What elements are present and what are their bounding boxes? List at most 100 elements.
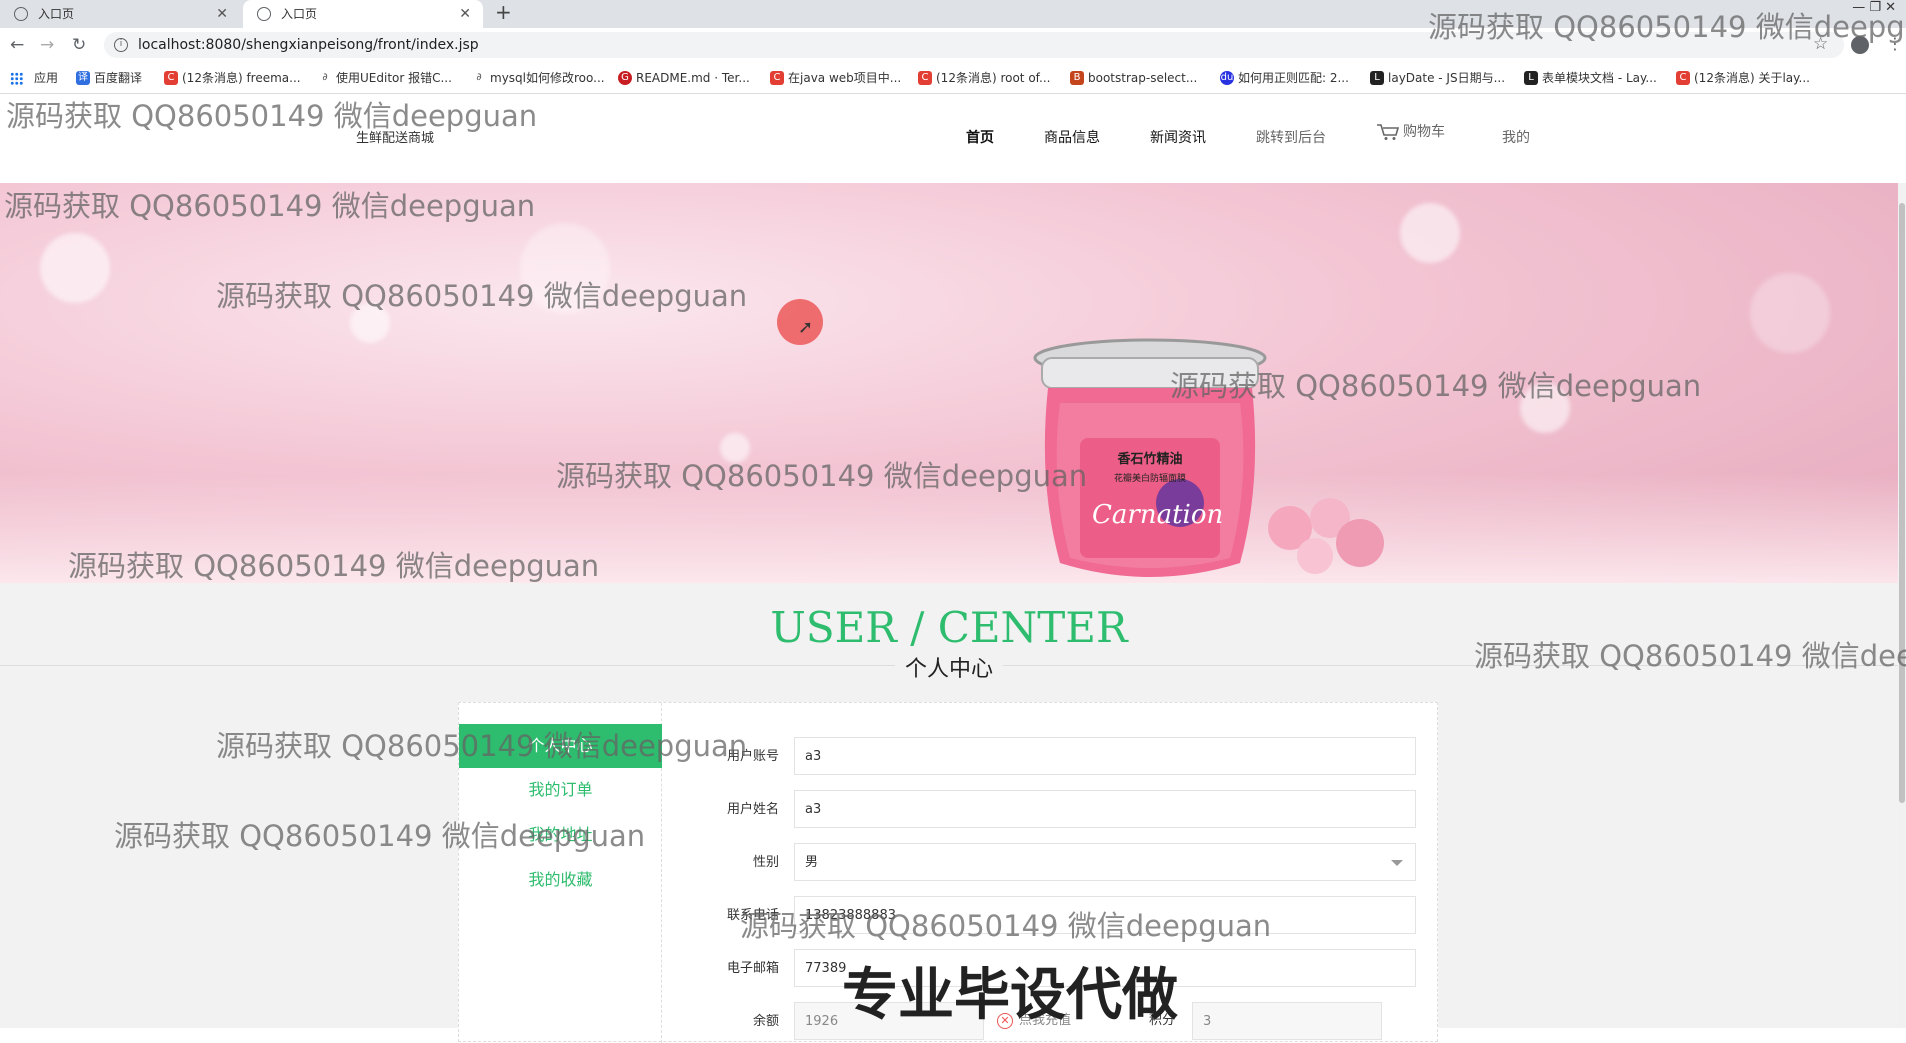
form-row-balance: 余额: [679, 1002, 779, 1042]
globe-icon: [257, 7, 271, 21]
bokeh-light: [1400, 203, 1460, 263]
bookmark-label: layDate - JS日期与...: [1388, 71, 1506, 85]
balance-label: 余额: [752, 1014, 779, 1029]
nav-home[interactable]: 首页: [966, 127, 994, 147]
layui-icon: L: [1370, 71, 1384, 85]
nav-products[interactable]: 商品信息: [1044, 127, 1100, 147]
bookmark-item[interactable]: du 如何用正则匹配: 2...: [1220, 62, 1349, 93]
address-bar-row: ← → ↻ i localhost:8080/shengxianpeisong/…: [0, 28, 1906, 62]
bookmark-item[interactable]: ∂ 使用UEditor 报错C...: [318, 62, 452, 93]
chevron-down-icon: [1391, 860, 1403, 866]
bookmark-label: 在java web项目中...: [788, 71, 902, 85]
bokeh-light: [1750, 273, 1830, 353]
bokeh-light: [520, 223, 610, 313]
nav-mine[interactable]: 我的: [1502, 127, 1530, 147]
site-logo[interactable]: 生鲜配送商城: [356, 127, 434, 146]
tab-title: 入口页: [38, 7, 75, 21]
url-text[interactable]: localhost:8080/shengxianpeisong/front/in…: [138, 28, 479, 62]
close-tab-icon[interactable]: ✕: [216, 0, 228, 28]
page-scrollbar[interactable]: [1898, 183, 1906, 1028]
bookmark-item[interactable]: C (12条消息) root of...: [918, 62, 1050, 93]
forward-arrow-icon[interactable]: →: [40, 35, 54, 55]
tab-bar: 入口页 ✕ 入口页 ✕ + — ❐ ✕: [0, 0, 1906, 28]
email-label: 电子邮箱: [726, 961, 779, 976]
browser-tab-1[interactable]: 入口页 ✕: [0, 0, 240, 28]
bookmark-label: bootstrap-select...: [1088, 71, 1198, 85]
cart-icon: [1377, 124, 1400, 140]
bookmark-item[interactable]: C (12条消息) freema...: [164, 62, 301, 93]
bookmark-label: 应用: [34, 71, 59, 85]
phone-field[interactable]: 13823888883: [794, 896, 1416, 934]
bookmark-item[interactable]: C (12条消息) 关于lay...: [1676, 62, 1810, 93]
jar-brand: Carnation: [1092, 500, 1223, 530]
close-tab-icon[interactable]: ✕: [459, 0, 471, 28]
gender-value: 男: [805, 855, 819, 870]
browser-chrome: 入口页 ✕ 入口页 ✕ + — ❐ ✕ ← → ↻ i localhost:80…: [0, 0, 1906, 97]
scrollbar-thumb[interactable]: [1899, 203, 1905, 803]
sidebar-item-address[interactable]: 我的地址: [459, 813, 662, 857]
form-row-name: 用户姓名: [679, 790, 779, 830]
section-subtitle: 个人中心: [0, 651, 1898, 683]
bookmark-item[interactable]: L 表单模块文档 - Lay...: [1524, 62, 1657, 93]
gender-select[interactable]: 男: [794, 843, 1416, 881]
bookmark-item[interactable]: ∂ mysql如何修改roo...: [472, 62, 605, 93]
baidu-icon: du: [1220, 71, 1234, 85]
nav-news[interactable]: 新闻资讯: [1150, 127, 1206, 147]
nav-cart-label: 购物车: [1403, 124, 1445, 140]
bookmark-label: README.md · Ter...: [636, 71, 750, 85]
bookmark-item[interactable]: G README.md · Ter...: [618, 62, 750, 93]
back-arrow-icon[interactable]: ←: [10, 35, 24, 55]
user-sidebar: 个人中心 我的订单 我的地址 我的收藏: [459, 703, 662, 1043]
nav-backend[interactable]: 跳转到后台: [1256, 127, 1326, 147]
bokeh-light: [720, 433, 750, 463]
name-label: 用户姓名: [726, 802, 779, 817]
bookmark-item[interactable]: L layDate - JS日期与...: [1370, 62, 1506, 93]
link-icon: ∂: [322, 72, 328, 83]
bookmark-item[interactable]: 译 百度翻译: [76, 62, 143, 93]
hero-banner[interactable]: 香石竹精油 花瓣美白防辐面膜 Carnation ➚: [0, 183, 1898, 583]
site-info-icon[interactable]: i: [114, 38, 128, 52]
nav-cart[interactable]: 购物车: [1376, 121, 1445, 141]
bookmark-star-icon[interactable]: ☆: [1813, 34, 1828, 54]
product-jar-image: 香石竹精油 花瓣美白防辐面膜 Carnation: [1033, 338, 1267, 577]
name-field[interactable]: a3: [794, 790, 1416, 828]
gitee-icon: G: [618, 71, 632, 85]
baidu-translate-icon: 译: [76, 71, 90, 85]
sidebar-item-orders[interactable]: 我的订单: [459, 768, 662, 812]
bookmark-label: 表单模块文档 - Lay...: [1542, 71, 1657, 85]
account-field[interactable]: a3: [794, 737, 1416, 775]
browser-tab-2[interactable]: 入口页 ✕: [243, 0, 483, 28]
site-header: 生鲜配送商城 首页 商品信息 新闻资讯 跳转到后台 购物车 我的: [0, 97, 1906, 183]
window-controls[interactable]: — ❐ ✕: [1852, 0, 1896, 16]
bookmark-label: 百度翻译: [94, 71, 143, 85]
form-row-email: 电子邮箱: [679, 949, 779, 989]
subtitle-text: 个人中心: [894, 657, 1003, 682]
banner-floor: [0, 473, 1898, 583]
csdn-icon: C: [770, 71, 784, 85]
sidebar-item-profile[interactable]: 个人中心: [459, 724, 662, 768]
bookmark-apps[interactable]: 应用: [10, 62, 59, 93]
csdn-icon: C: [918, 71, 932, 85]
bookmark-label: (12条消息) 关于lay...: [1694, 71, 1810, 85]
reload-icon[interactable]: ↻: [72, 35, 86, 55]
link-icon: ∂: [476, 72, 482, 83]
browser-menu-icon[interactable]: ⋮: [1887, 34, 1903, 53]
account-label: 用户账号: [726, 749, 779, 764]
mouse-pointer-icon: ➚: [798, 317, 814, 338]
sidebar-item-favorites[interactable]: 我的收藏: [459, 858, 662, 902]
csdn-icon: C: [1676, 71, 1690, 85]
profile-icon[interactable]: [1851, 36, 1869, 54]
bokeh-light: [40, 233, 110, 303]
csdn-icon: C: [164, 71, 178, 85]
new-tab-button[interactable]: +: [495, 0, 512, 24]
bookmark-item[interactable]: C 在java web项目中...: [770, 62, 902, 93]
bookmark-label: mysql如何修改roo...: [490, 71, 605, 85]
promo-watermark: 专业毕设代做: [842, 963, 1178, 1028]
section-title: USER / CENTER: [770, 603, 1128, 652]
roses-decoration: [1268, 498, 1384, 574]
bookmark-item[interactable]: B bootstrap-select...: [1070, 62, 1198, 93]
jar-product-desc: 花瓣美白防辐面膜: [1114, 472, 1186, 484]
form-row-phone: 联系电话: [679, 896, 779, 936]
apps-grid-icon: [10, 72, 23, 85]
bookmarks-bar: 应用 译 百度翻译 C (12条消息) freema... ∂ 使用UEdito…: [0, 62, 1906, 94]
